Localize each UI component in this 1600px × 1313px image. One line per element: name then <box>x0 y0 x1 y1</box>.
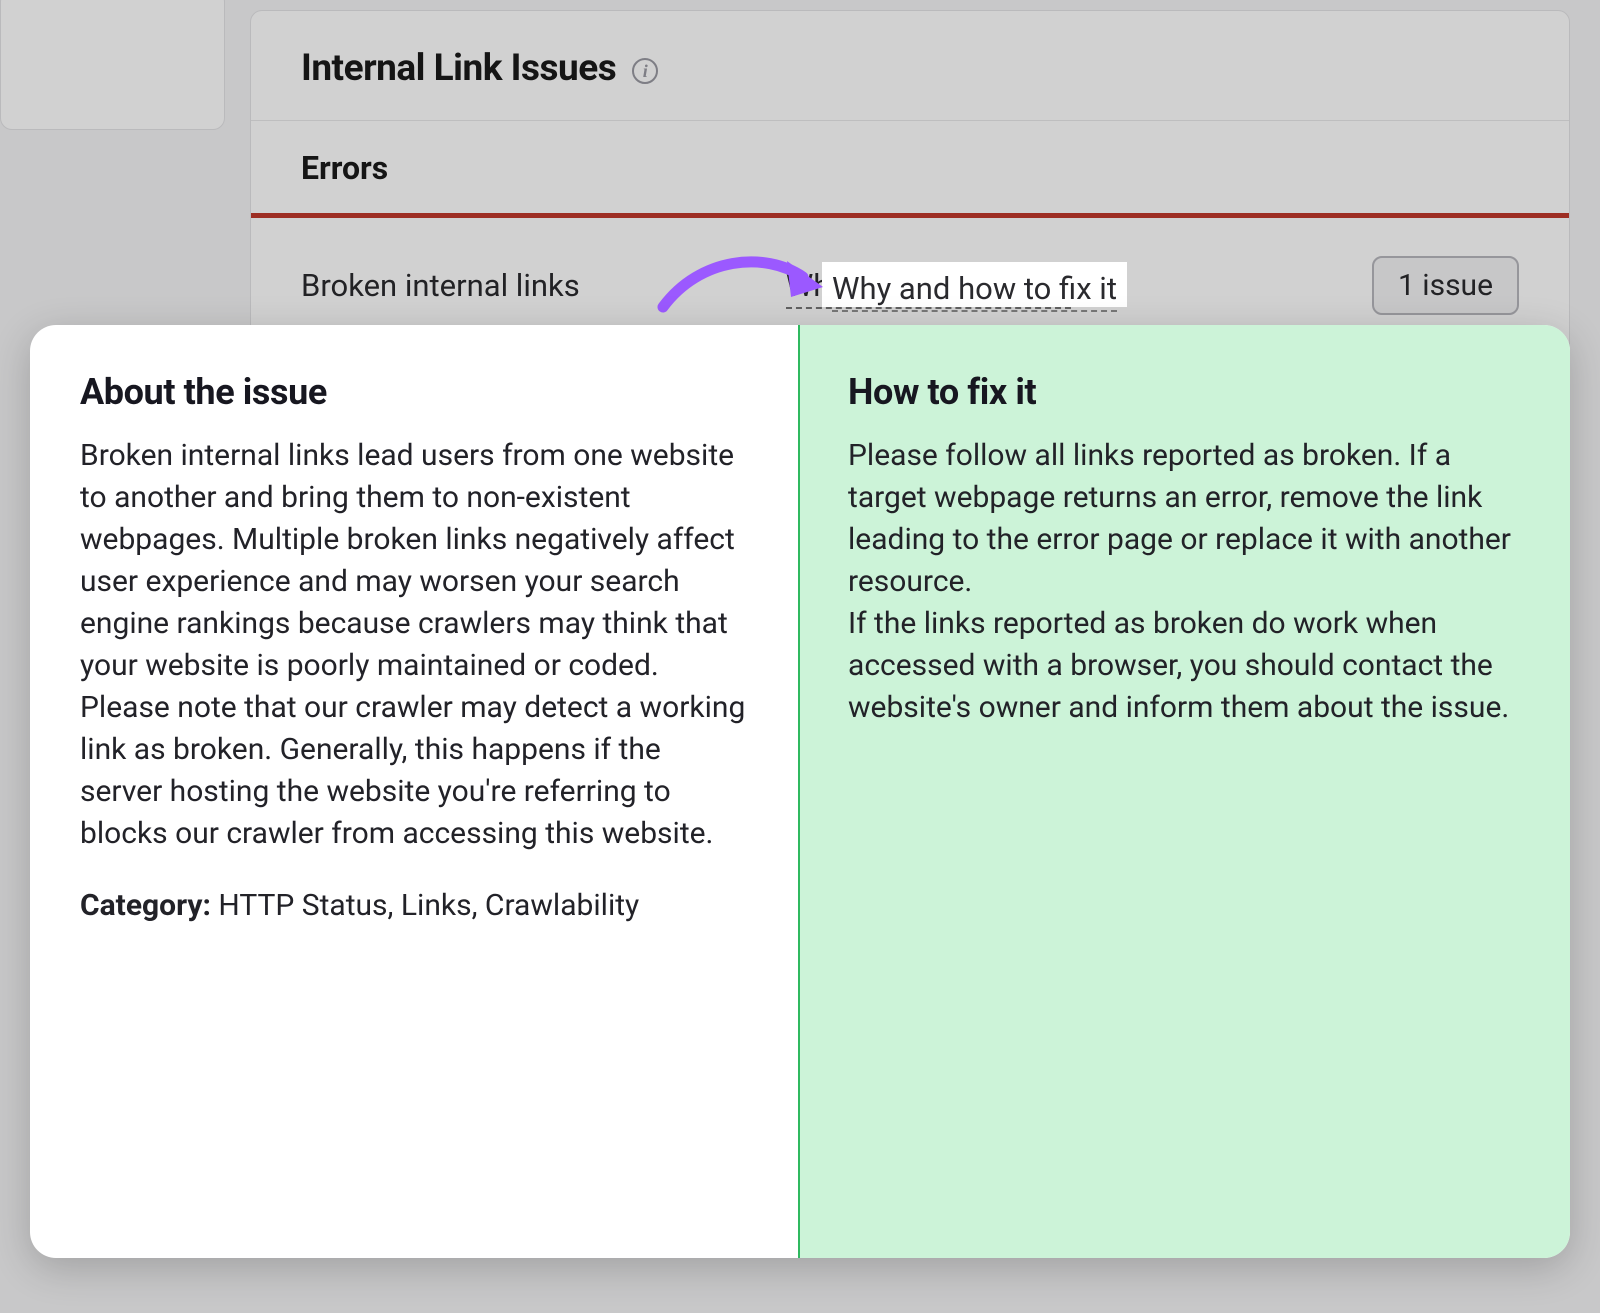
about-issue-pane: About the issue Broken internal links le… <box>30 325 800 1258</box>
how-to-fix-body-1: Please follow all links reported as brok… <box>848 435 1520 603</box>
how-to-fix-title: How to fix it <box>848 371 1520 413</box>
category-line: Category: HTTP Status, Links, Crawlabili… <box>80 885 750 927</box>
how-to-fix-body-2: If the links reported as broken do work … <box>848 603 1520 729</box>
about-issue-title: About the issue <box>80 371 750 413</box>
category-value: HTTP Status, Links, Crawlability <box>218 888 639 923</box>
why-how-link-highlighted[interactable]: Why and how to fix it <box>832 270 1117 312</box>
issue-detail-popup: About the issue Broken internal links le… <box>30 325 1570 1258</box>
why-how-link-highlight: Why and how to fix it <box>822 262 1127 307</box>
about-issue-body-1: Broken internal links lead users from on… <box>80 435 750 687</box>
how-to-fix-pane: How to fix it Please follow all links re… <box>800 325 1570 1258</box>
category-label: Category: <box>80 888 211 923</box>
about-issue-body-2: Please note that our crawler may detect … <box>80 687 750 855</box>
